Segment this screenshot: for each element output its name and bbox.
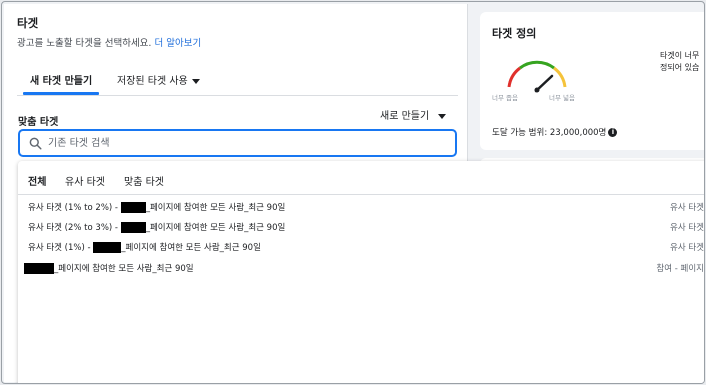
dropdown-tab-lookalike[interactable]: 유사 타겟 — [65, 173, 105, 188]
redacted-block — [120, 222, 146, 233]
audience-type: 유사 타겟 — [670, 243, 704, 253]
dropdown-tab-custom[interactable]: 맞춤 타겟 — [124, 173, 164, 188]
tab-new-audience[interactable]: 새 타겟 만들기 — [30, 72, 92, 87]
audience-definition-card: 타겟 정의 타겟이 너무 정되어 있습 너무 좁음 너무 넓음 도달 가능 범위… — [480, 12, 704, 150]
create-new-label: 새로 만들기 — [380, 111, 430, 122]
page-title: 타겟 — [17, 16, 39, 30]
audience-prefix: 유사 타겟 (1%) - — [28, 243, 94, 253]
audience-definition-desc: 타겟이 너무 정되어 있습 — [660, 50, 699, 74]
potential-reach: 도달 가능 범위: 23,000,000명 i — [492, 126, 618, 138]
tab-saved-audience[interactable]: 저장된 타겟 사용 — [117, 72, 200, 87]
desc-line-2: 정되어 있습 — [660, 63, 700, 72]
audience-type: 유사 타겟 — [670, 223, 704, 233]
gauge-label-narrow: 너무 좁음 — [492, 94, 518, 102]
audience-type: 유사 타겟 — [670, 203, 704, 213]
custom-audience-label: 맞춤 타겟 — [18, 117, 59, 128]
potential-reach-label: 도달 가능 범위: 23,000,000명 — [492, 128, 607, 138]
list-item[interactable]: _페이지에 참여한 모든 사람_최근 90일 참여 - 페이지 — [18, 258, 704, 277]
list-item[interactable]: 유사 타겟 (2% to 3%) - _페이지에 참여한 모든 사람_최근 90… — [18, 217, 704, 236]
audience-search-dropdown: 전체 유사 타겟 맞춤 타겟 유사 타겟 (1% to 2%) - _페이지에 … — [18, 161, 704, 383]
audience-name: _페이지에 참여한 모든 사람_최근 90일 — [24, 262, 194, 274]
window-frame: 타겟 광고를 노출할 타겟을 선택하세요. 더 알아보기 새 타겟 만들기 저장… — [1, 1, 705, 384]
audience-suffix: _페이지에 참여한 모든 사람_최근 90일 — [145, 223, 286, 233]
search-icon — [29, 137, 42, 150]
tab-divider — [17, 95, 458, 96]
page-subtitle: 광고를 노출할 타겟을 선택하세요. 더 알아보기 — [17, 35, 201, 49]
dropdown-tab-all[interactable]: 전체 — [28, 173, 46, 188]
list-item[interactable]: 유사 타겟 (1%) - _페이지에 참여한 모든 사람_최근 90일 유사 타… — [18, 237, 704, 256]
audience-prefix: 유사 타겟 (2% to 3%) - — [28, 223, 121, 233]
tab-saved-label: 저장된 타겟 사용 — [117, 76, 188, 87]
audience-suffix: _페이지에 참여한 모든 사람_최근 90일 — [121, 243, 261, 253]
redacted-block — [24, 263, 54, 274]
audience-name: 유사 타겟 (2% to 3%) - _페이지에 참여한 모든 사람_최근 90… — [28, 221, 285, 233]
subtitle-text: 광고를 노출할 타겟을 선택하세요. — [17, 38, 152, 49]
audience-type: 참여 - 페이지 — [656, 264, 704, 274]
audience-name: 유사 타겟 (1% to 2%) - _페이지에 참여한 모든 사람_최근 90… — [28, 201, 285, 213]
chevron-down-icon — [191, 78, 200, 84]
dropdown-divider — [18, 194, 704, 195]
learn-more-link[interactable]: 더 알아보기 — [154, 38, 201, 49]
audience-suffix: _페이지에 참여한 모든 사람_최근 90일 — [54, 264, 194, 274]
audience-suffix: _페이지에 참여한 모든 사람_최근 90일 — [145, 203, 286, 213]
info-icon[interactable]: i — [608, 128, 618, 137]
redacted-block — [120, 202, 146, 213]
gauge-label-broad: 너무 넓음 — [549, 94, 575, 102]
search-input[interactable] — [48, 135, 448, 152]
chevron-down-icon — [438, 113, 447, 119]
audience-name: 유사 타겟 (1%) - _페이지에 참여한 모든 사람_최근 90일 — [28, 241, 261, 253]
audience-definition-title: 타겟 정의 — [492, 27, 537, 40]
audience-prefix: 유사 타겟 (1% to 2%) - — [28, 203, 121, 213]
list-item[interactable]: 유사 타겟 (1% to 2%) - _페이지에 참여한 모든 사람_최근 90… — [18, 197, 704, 216]
search-box[interactable] — [18, 129, 457, 157]
redacted-block — [93, 242, 122, 253]
desc-line-1: 타겟이 너무 — [660, 51, 700, 60]
create-new-button[interactable]: 새로 만들기 — [380, 107, 447, 122]
